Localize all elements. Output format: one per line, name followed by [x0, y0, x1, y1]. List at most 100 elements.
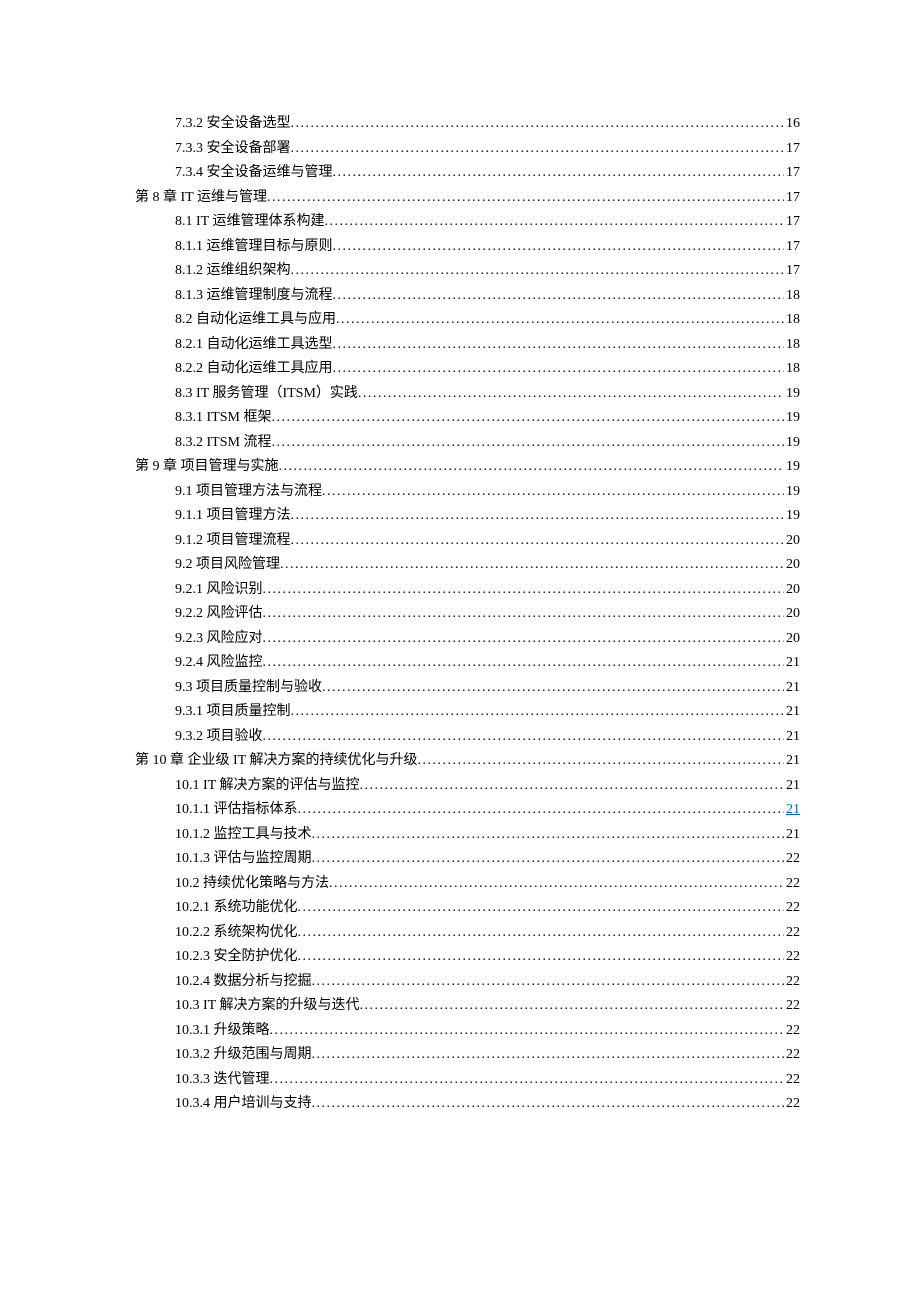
toc-leader-dots: [291, 259, 785, 284]
toc-entry-page: 18: [784, 357, 800, 382]
toc-entry[interactable]: 10.2.1 系统功能优化 22: [135, 896, 800, 921]
toc-entry[interactable]: 7.3.4 安全设备运维与管理 17: [135, 161, 800, 186]
toc-entry-page: 22: [784, 970, 800, 995]
toc-entry[interactable]: 9.2.2 风险评估 20: [135, 602, 800, 627]
toc-entry-title: 8.3.2 ITSM 流程: [175, 431, 271, 456]
toc-entry[interactable]: 8.1.3 运维管理制度与流程18: [135, 284, 800, 309]
toc-entry[interactable]: 8.3.1 ITSM 框架19: [135, 406, 800, 431]
toc-entry[interactable]: 8.2 自动化运维工具与应用18: [135, 308, 800, 333]
toc-entry[interactable]: 9.1 项目管理方法与流程19: [135, 480, 800, 505]
toc-entry-title: 8.2.2 自动化运维工具应用: [175, 357, 333, 382]
toc-leader-dots: [298, 798, 785, 823]
toc-entry[interactable]: 9.2.3 风险应对 20: [135, 627, 800, 652]
toc-entry[interactable]: 第 9 章 项目管理与实施19: [135, 455, 800, 480]
toc-entry-title: 9.2.3 风险应对: [175, 627, 263, 652]
toc-entry-title: 10.3.4 用户培训与支持: [175, 1092, 312, 1117]
toc-leader-dots: [358, 382, 784, 407]
toc-entry[interactable]: 10.2 持续优化策略与方法22: [135, 872, 800, 897]
toc-entry[interactable]: 7.3.3 安全设备部署 17: [135, 137, 800, 162]
toc-leader-dots: [270, 1019, 785, 1044]
toc-entry-page: 18: [784, 333, 800, 358]
toc-entry[interactable]: 8.2.1 自动化运维工具选型 18: [135, 333, 800, 358]
toc-leader-dots: [298, 896, 785, 921]
toc-entry[interactable]: 9.2 项目风险管理20: [135, 553, 800, 578]
toc-leader-dots: [329, 872, 784, 897]
toc-entry[interactable]: 8.1.2 运维组织架构17: [135, 259, 800, 284]
toc-entry-title: 10.2.1 系统功能优化: [175, 896, 298, 921]
toc-entry[interactable]: 8.3 IT 服务管理（ITSM）实践19: [135, 382, 800, 407]
toc-entry-title: 9.3.1 项目质量控制: [175, 700, 291, 725]
toc-entry-page: 17: [784, 161, 800, 186]
toc-entry[interactable]: 9.1.2 项目管理流程 20: [135, 529, 800, 554]
table-of-contents: 7.3.2 安全设备选型167.3.3 安全设备部署177.3.4 安全设备运维…: [135, 112, 800, 1117]
toc-entry[interactable]: 7.3.2 安全设备选型16: [135, 112, 800, 137]
toc-leader-dots: [312, 1043, 785, 1068]
toc-entry[interactable]: 10.2.3 安全防护优化22: [135, 945, 800, 970]
toc-entry[interactable]: 8.3.2 ITSM 流程 19: [135, 431, 800, 456]
toc-leader-dots: [271, 406, 784, 431]
toc-entry[interactable]: 第 10 章 企业级 IT 解决方案的持续优化与升级 21: [135, 749, 800, 774]
toc-entry[interactable]: 9.3.2 项目验收 21: [135, 725, 800, 750]
toc-entry-title: 10.2.2 系统架构优化: [175, 921, 298, 946]
toc-entry-page: 17: [784, 137, 800, 162]
toc-entry-page: 22: [784, 1019, 800, 1044]
toc-entry-page: 19: [784, 480, 800, 505]
toc-entry[interactable]: 10.3.2 升级范围与周期22: [135, 1043, 800, 1068]
toc-entry[interactable]: 10.1.2 监控工具与技术 21: [135, 823, 800, 848]
toc-entry[interactable]: 8.2.2 自动化运维工具应用 18: [135, 357, 800, 382]
toc-entry[interactable]: 9.3.1 项目质量控制21: [135, 700, 800, 725]
toc-entry-page: 21: [784, 823, 800, 848]
toc-leader-dots: [263, 725, 785, 750]
toc-entry-title: 7.3.2 安全设备选型: [175, 112, 291, 137]
toc-entry-page: 20: [784, 578, 800, 603]
toc-entry-page: 18: [784, 284, 800, 309]
toc-entry-page: 19: [784, 504, 800, 529]
toc-entry-title: 10.1.2 监控工具与技术: [175, 823, 312, 848]
toc-leader-dots: [359, 774, 784, 799]
toc-entry-title: 7.3.4 安全设备运维与管理: [175, 161, 333, 186]
toc-entry[interactable]: 10.3.3 迭代管理22: [135, 1068, 800, 1093]
toc-leader-dots: [279, 455, 785, 480]
toc-entry-title: 8.3 IT 服务管理（ITSM）实践: [175, 382, 358, 407]
toc-entry[interactable]: 10.1.3 评估与监控周期22: [135, 847, 800, 872]
toc-entry[interactable]: 第 8 章 IT 运维与管理17: [135, 186, 800, 211]
toc-entry-title: 9.2.4 风险监控: [175, 651, 263, 676]
toc-leader-dots: [324, 210, 784, 235]
toc-entry-page: 21: [784, 651, 800, 676]
toc-entry-title: 9.1.2 项目管理流程: [175, 529, 291, 554]
toc-entry-page: 19: [784, 431, 800, 456]
toc-entry[interactable]: 9.1.1 项目管理方法19: [135, 504, 800, 529]
toc-leader-dots: [333, 333, 785, 358]
toc-entry-title: 8.2.1 自动化运维工具选型: [175, 333, 333, 358]
toc-entry[interactable]: 10.2.2 系统架构优化22: [135, 921, 800, 946]
toc-entry-title: 10.2 持续优化策略与方法: [175, 872, 329, 897]
toc-leader-dots: [333, 284, 785, 309]
toc-entry[interactable]: 10.1.1 评估指标体系21: [135, 798, 800, 823]
toc-entry-title: 8.3.1 ITSM 框架: [175, 406, 271, 431]
toc-entry[interactable]: 10.2.4 数据分析与挖掘22: [135, 970, 800, 995]
toc-entry[interactable]: 8.1 IT 运维管理体系构建17: [135, 210, 800, 235]
toc-entry[interactable]: 9.3 项目质量控制与验收21: [135, 676, 800, 701]
toc-leader-dots: [263, 651, 785, 676]
toc-leader-dots: [333, 161, 785, 186]
toc-entry[interactable]: 8.1.1 运维管理目标与原则17: [135, 235, 800, 260]
toc-entry[interactable]: 10.3.1 升级策略22: [135, 1019, 800, 1044]
toc-entry-page: 22: [784, 896, 800, 921]
toc-leader-dots: [312, 970, 785, 995]
toc-entry-page: 21: [784, 676, 800, 701]
toc-entry[interactable]: 10.3 IT 解决方案的升级与迭代22: [135, 994, 800, 1019]
toc-entry[interactable]: 9.2.4 风险监控 21: [135, 651, 800, 676]
toc-entry-page: 21: [784, 749, 800, 774]
toc-entry[interactable]: 10.3.4 用户培训与支持22: [135, 1092, 800, 1117]
toc-entry[interactable]: 9.2.1 风险识别 20: [135, 578, 800, 603]
toc-entry[interactable]: 10.1 IT 解决方案的评估与监控21: [135, 774, 800, 799]
toc-entry-page: 19: [784, 455, 800, 480]
toc-entry-title: 7.3.3 安全设备部署: [175, 137, 291, 162]
toc-entry-page: 21: [784, 798, 800, 823]
toc-entry-page: 20: [784, 529, 800, 554]
toc-entry-title: 10.1 IT 解决方案的评估与监控: [175, 774, 359, 799]
toc-leader-dots: [322, 480, 784, 505]
toc-entry-page: 20: [784, 553, 800, 578]
toc-leader-dots: [271, 431, 784, 456]
toc-leader-dots: [333, 235, 785, 260]
